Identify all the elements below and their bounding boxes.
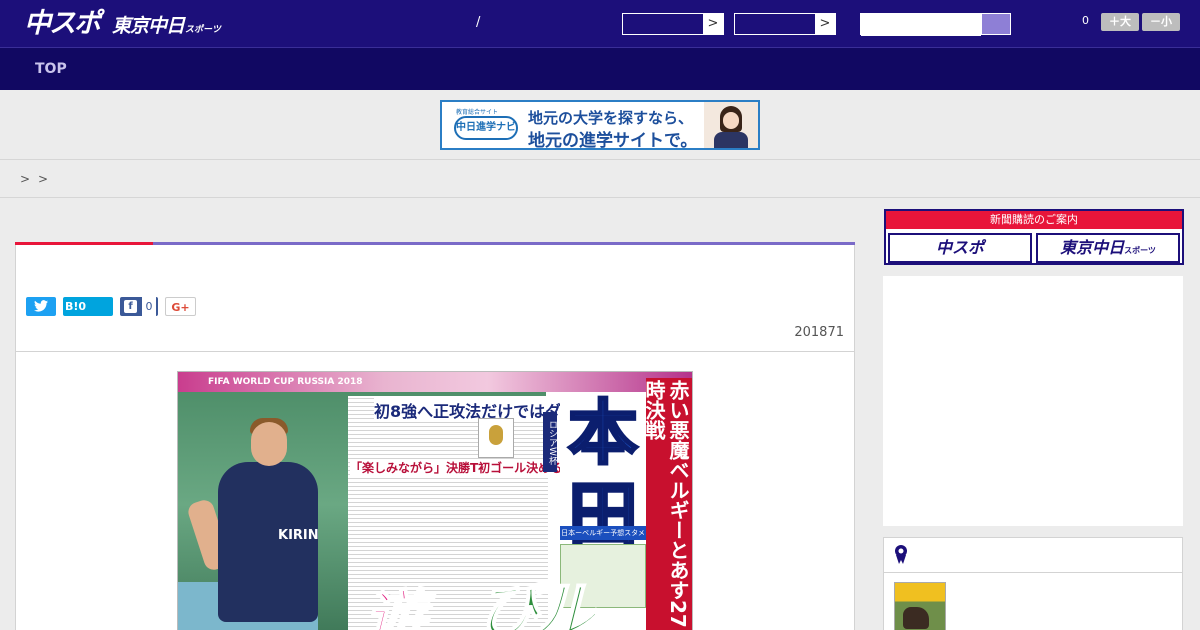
newspaper-front-page-image[interactable]: FIFA WORLD CUP RUSSIA 2018 KIRIN 初8強へ正攻法… <box>177 371 693 630</box>
banner-area: 教育総合サイト 中日進学ナビ 地元の大学を探すなら、 地元の進学サイトで。 <box>0 90 1200 160</box>
subscribe-tokyo-button[interactable]: 東京中日スポーツ <box>1036 233 1180 263</box>
paper-kirin-logo: KIRIN <box>278 528 319 543</box>
hatena-label: B! <box>65 300 79 313</box>
font-smaller-button[interactable]: －小 <box>1142 13 1180 31</box>
chevron-right-icon: > <box>815 14 835 34</box>
banner-line-2: 地元の進学サイトで。 <box>528 131 698 150</box>
paper-red-headline: 赤い悪魔ベルギーとあす27時決戦 <box>642 380 690 628</box>
paper-starting-label: 日本ーベルギー予想スタメン <box>560 526 646 551</box>
article-accent-purple <box>153 242 855 245</box>
ad-banner-shingaku[interactable]: 教育総合サイト 中日進学ナビ 地元の大学を探すなら、 地元の進学サイトで。 <box>440 100 760 150</box>
article-accent-red <box>15 242 153 245</box>
search-input[interactable] <box>861 15 981 36</box>
font-larger-button[interactable]: ＋大 <box>1101 13 1139 31</box>
hatena-bookmark-button[interactable]: B!0 <box>63 297 113 316</box>
ranking-divider <box>884 572 1182 573</box>
category-select-1[interactable]: > <box>622 13 724 35</box>
twitter-share-button[interactable] <box>26 297 56 316</box>
article-date: 201871 <box>794 325 844 340</box>
paper-vertical-label: ロシアW杯 <box>543 412 557 472</box>
logo-chuspo[interactable]: 中スポ <box>24 8 101 40</box>
search-button[interactable] <box>982 14 1010 34</box>
article-divider <box>16 351 854 352</box>
logo-tokyo-text: 東京中日 <box>112 15 185 37</box>
logo-tokyo-sub: スポーツ <box>185 25 221 35</box>
subscribe-tokyo-sub: スポーツ <box>1124 246 1156 255</box>
banner-line-1: 地元の大学を探すなら、 <box>528 109 694 127</box>
nav-item-top[interactable]: TOP <box>35 61 67 77</box>
banner-navi-logo: 中日進学ナビ <box>454 116 518 140</box>
breadcrumb-separator: > <box>20 172 31 186</box>
paper-headline-2: 「楽しみながら」決勝T初ゴール決める! <box>350 459 568 476</box>
site-header: 中スポ 東京中日スポーツ / > > 0 ＋大 －小 <box>0 0 1200 48</box>
subscription-heading: 新聞購読のご案内 <box>886 211 1182 229</box>
logo-tokyo-chunichi[interactable]: 東京中日スポーツ <box>112 14 221 42</box>
search-box <box>860 13 1011 36</box>
ranking-thumbnail[interactable] <box>894 582 946 630</box>
banner-navi-sub: 教育総合サイト <box>456 109 499 116</box>
facebook-share-button[interactable]: f 0 <box>120 297 158 316</box>
hatena-count: 0 <box>78 300 87 313</box>
paper-wc-emblem <box>478 418 514 458</box>
chevron-right-icon: > <box>703 14 723 34</box>
ranking-ribbon-icon <box>895 545 907 564</box>
category-select-2[interactable]: > <box>734 13 836 35</box>
header-separator: / <box>476 15 481 30</box>
main-nav: TOP <box>0 48 1200 90</box>
breadcrumb-separator: > <box>38 172 49 186</box>
sidebar-ad-slot[interactable] <box>883 276 1183 526</box>
paper-big-word-1: 遊 <box>363 581 427 630</box>
banner-person-image <box>704 102 758 148</box>
paper-russia-label: FIFA WORLD CUP RUSSIA 2018 <box>208 377 363 387</box>
comment-count: 0 <box>1082 14 1089 27</box>
ranking-box <box>883 537 1183 630</box>
paper-big-word-2: びル <box>477 573 597 630</box>
subscription-box: 新聞購読のご案内 中スポ 東京中日スポーツ <box>884 209 1184 265</box>
twitter-icon <box>34 300 48 312</box>
subscribe-chuspo-button[interactable]: 中スポ <box>888 233 1032 263</box>
breadcrumb: > > <box>0 161 1200 198</box>
facebook-icon: f <box>124 300 137 313</box>
google-plus-button[interactable]: G+ <box>165 297 196 316</box>
subscribe-tokyo-text: 東京中日 <box>1060 238 1125 257</box>
facebook-count: 0 <box>142 297 156 316</box>
